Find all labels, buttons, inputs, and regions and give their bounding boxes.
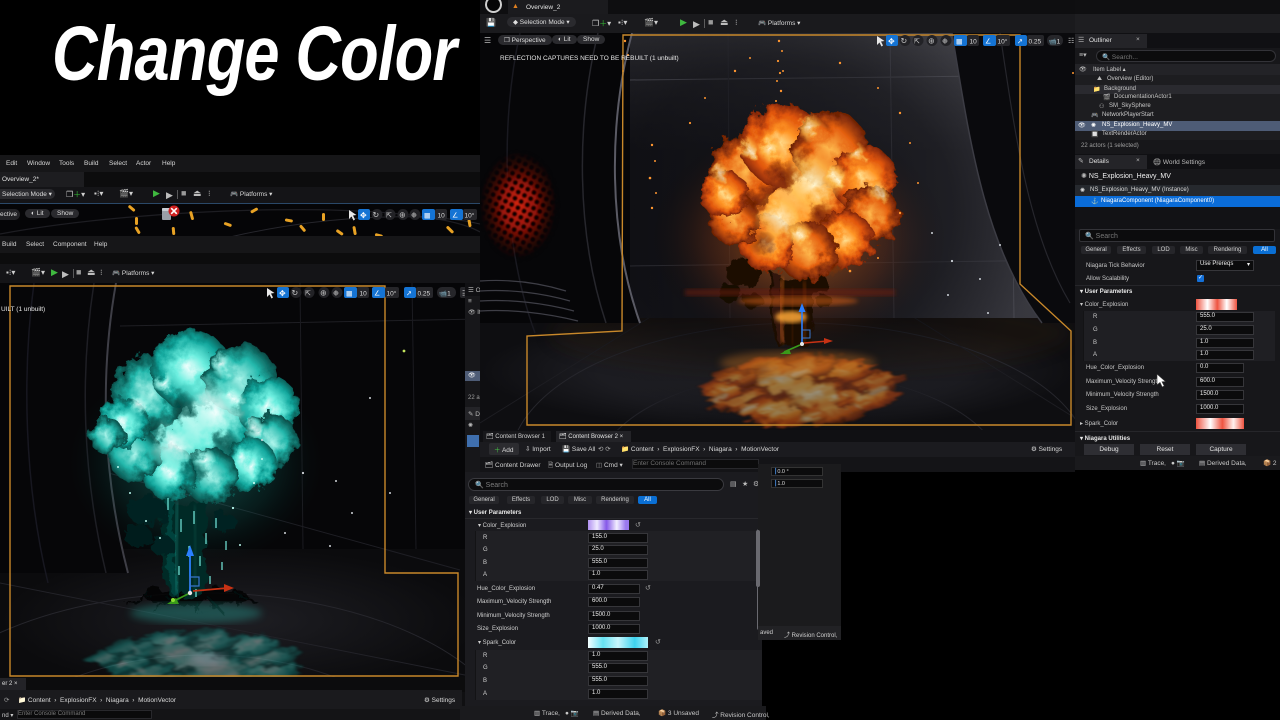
svg-text:10: 10 [970, 39, 978, 46]
svg-text:⇱: ⇱ [914, 38, 920, 46]
svg-text:↗: ↗ [406, 291, 412, 298]
svg-text:10: 10 [438, 213, 446, 220]
svg-text:📹1: 📹1 [1049, 38, 1061, 46]
svg-text:📹1: 📹1 [439, 290, 451, 298]
svg-text:0.25: 0.25 [1029, 39, 1042, 46]
svg-text:❉: ❉ [942, 38, 948, 46]
svg-text:⊕: ⊕ [320, 289, 327, 298]
svg-text:❉: ❉ [411, 212, 417, 220]
svg-text:0.25: 0.25 [418, 291, 431, 298]
svg-text:▦: ▦ [424, 213, 431, 220]
svg-text:✥: ✥ [888, 37, 895, 46]
svg-text:↻: ↻ [373, 211, 380, 220]
svg-text:↗: ↗ [1017, 39, 1023, 46]
svg-text:❉: ❉ [333, 290, 339, 298]
svg-text:⊕: ⊕ [928, 37, 935, 46]
svg-text:∠: ∠ [374, 290, 380, 298]
svg-text:10°: 10° [387, 290, 397, 298]
svg-text:⊕: ⊕ [399, 211, 406, 220]
svg-text:10°: 10° [465, 212, 475, 220]
svg-text:∠: ∠ [985, 38, 991, 46]
svg-text:↻: ↻ [292, 289, 299, 298]
svg-text:✥: ✥ [360, 211, 367, 220]
svg-text:∠: ∠ [452, 212, 458, 220]
svg-text:✥: ✥ [279, 289, 286, 298]
svg-text:⇱: ⇱ [386, 212, 392, 220]
svg-text:↻: ↻ [901, 37, 908, 46]
svg-text:▦: ▦ [346, 291, 353, 298]
svg-text:10: 10 [360, 291, 368, 298]
svg-text:10°: 10° [998, 38, 1008, 46]
svg-text:▦: ▦ [956, 39, 963, 46]
svg-text:⇱: ⇱ [305, 290, 311, 298]
svg-text:UILT (1 unbuilt): UILT (1 unbuilt) [1, 306, 45, 313]
